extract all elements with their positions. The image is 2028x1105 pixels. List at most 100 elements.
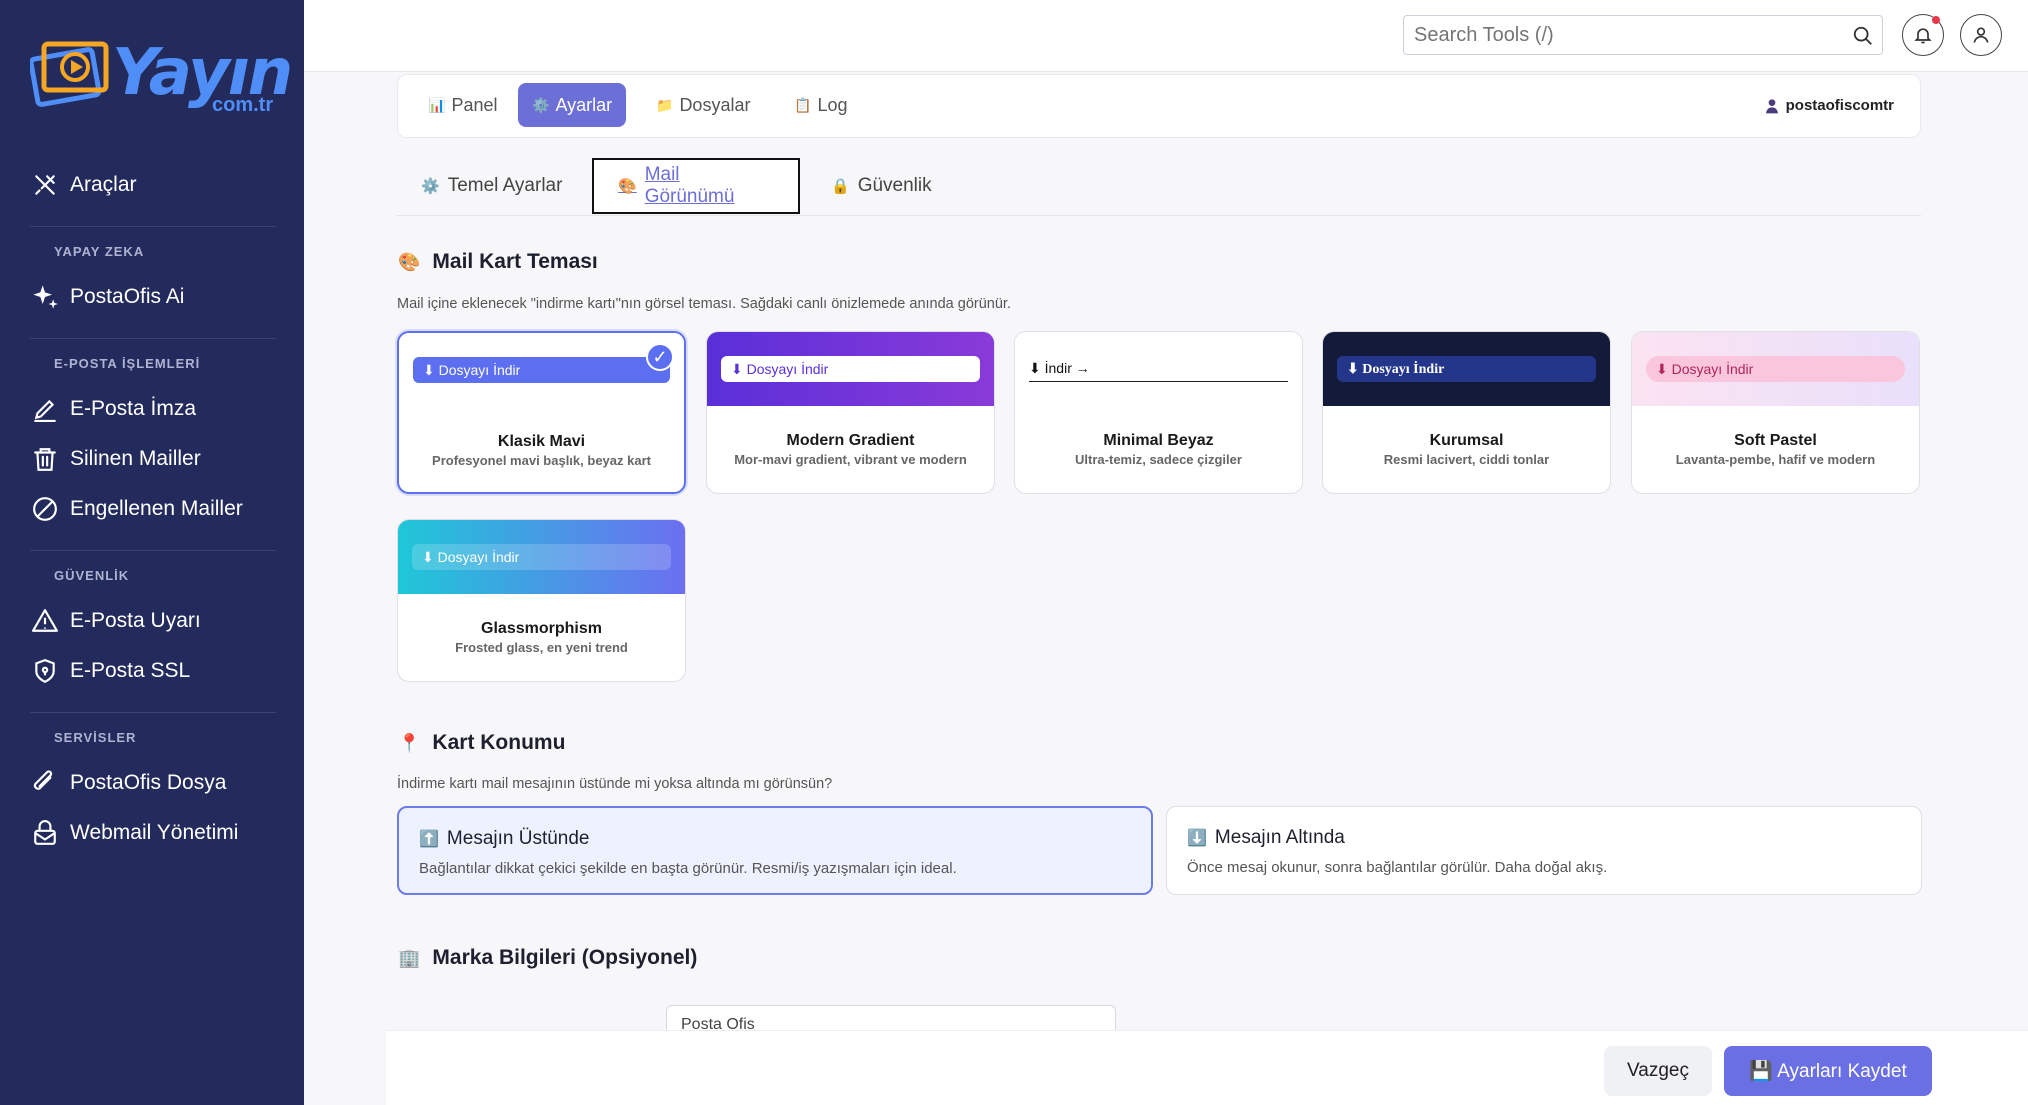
sidebar-item-postaofis-ai[interactable]: PostaOfis Ai (0, 272, 304, 322)
sidebar-item-postaofis-dosya[interactable]: PostaOfis Dosya (0, 758, 304, 808)
preview-download-button: ⬇ Dosyayı İndir (413, 357, 670, 383)
theme-preview: ⬇ Dosyayı İndir (1323, 332, 1610, 406)
notification-dot (1932, 16, 1940, 24)
sidebar-item-araclar[interactable]: Araçlar (0, 160, 304, 210)
tab-dosyalar[interactable]: 📁 Dosyalar (642, 83, 764, 127)
gear-icon: ⚙️ (421, 178, 440, 195)
username-tag: postaofiscomtr (1764, 97, 1894, 114)
theme-description: Profesyonel mavi başlık, beyaz kart (432, 453, 651, 468)
preview-download-button: ⬇ Dosyayı İndir (1646, 356, 1905, 382)
bell-icon (1914, 28, 1932, 44)
section-title-text: Kart Konumu (432, 731, 566, 754)
tab-temel-ayarlar[interactable]: ⚙️ Temel Ayarlar (397, 158, 586, 214)
sparkle-icon (30, 282, 60, 312)
chart-icon: 📊 (428, 96, 446, 113)
tab-log[interactable]: 📋 Log (780, 83, 861, 127)
search-box (1403, 15, 1883, 55)
folder-icon: 📁 (656, 96, 674, 113)
theme-description: Frosted glass, en yeni trend (455, 640, 628, 655)
sidebar-section-title: SERVİSLER (0, 696, 304, 758)
theme-preview: ⬇ Dosyayı İndir (399, 333, 684, 407)
option-description: Önce mesaj okunur, sonra bağlantılar gör… (1187, 859, 1608, 876)
sidebar-item-eposta-ssl[interactable]: E-Posta SSL (0, 646, 304, 696)
preview-download-button: ⬇ Dosyayı İndir (412, 544, 671, 570)
gear-icon: ⚙️ (532, 96, 550, 113)
arrow-down-icon: ⬇️ (1187, 830, 1207, 847)
sidebar-item-label: Webmail Yönetimi (70, 821, 239, 844)
sidebar-item-engellenen-mailler[interactable]: Engellenen Mailler (0, 484, 304, 534)
pin-icon: 📍 (398, 732, 421, 753)
sidebar-item-label: E-Posta Uyarı (70, 609, 201, 632)
tab-mail-gorunumu[interactable]: 🎨 Mail Görünümü (592, 158, 800, 214)
tab-guvenlik[interactable]: 🔒 Güvenlik (807, 158, 956, 214)
search-icon[interactable] (1852, 25, 1874, 52)
sidebar-section-title: GÜVENLİK (0, 534, 304, 596)
theme-name: Kurumsal (1429, 432, 1504, 449)
option-title: ⬆️ Mesajın Üstünde (419, 828, 590, 850)
tools-icon (30, 170, 60, 200)
block-icon (30, 494, 60, 524)
option-title-text: Mesajın Altında (1214, 827, 1345, 848)
sidebar-item-label: Engellenen Mailler (70, 497, 243, 520)
sidebar-item-eposta-uyari[interactable]: E-Posta Uyarı (0, 596, 304, 646)
sidebar-item-silinen-mailler[interactable]: Silinen Mailler (0, 434, 304, 484)
sidebar-item-eposta-imza[interactable]: E-Posta İmza (0, 384, 304, 434)
section-description: Mail içine eklenecek "indirme kartı"nın … (397, 296, 1011, 312)
logo-sub: com.tr (212, 94, 274, 116)
option-description: Bağlantılar dikkat çekici şekilde en baş… (419, 860, 957, 877)
theme-card-modern-gradient[interactable]: ⬇ Dosyayı İndir Modern Gradient Mor-mavi… (706, 331, 995, 494)
theme-description: Mor-mavi gradient, vibrant ve modern (734, 452, 967, 467)
theme-preview: ⬇ Dosyayı İndir (398, 520, 685, 594)
theme-name: Minimal Beyaz (1103, 432, 1214, 449)
sidebar-item-webmail-yonetimi[interactable]: Webmail Yönetimi (0, 808, 304, 858)
profile-button[interactable] (1960, 14, 2002, 56)
section-description: İndirme kartı mail mesajının üstünde mi … (397, 776, 833, 792)
notification-button[interactable] (1902, 14, 1944, 56)
topbar (304, 0, 2028, 72)
mail-lock-icon (30, 818, 60, 848)
tab-panel[interactable]: 📊 Panel (414, 83, 511, 127)
sidebar-section-title: E-POSTA İŞLEMLERİ (0, 322, 304, 384)
clipboard-icon: 📋 (794, 96, 812, 113)
position-option-top[interactable]: ⬆️ Mesajın Üstünde Bağlantılar dikkat çe… (397, 806, 1153, 895)
sidebar-item-label: PostaOfis Dosya (70, 771, 227, 794)
save-settings-button[interactable]: 💾 Ayarları Kaydet (1724, 1046, 1932, 1096)
theme-card-glassmorphism[interactable]: ⬇ Dosyayı İndir Glassmorphism Frosted gl… (397, 519, 686, 682)
logo[interactable]: Yayın com.tr (30, 34, 293, 124)
theme-name: Klasik Mavi (497, 433, 586, 450)
tab-ayarlar[interactable]: ⚙️ Ayarlar (518, 83, 627, 127)
paperclip-icon (30, 768, 60, 798)
search-input[interactable] (1404, 16, 1834, 54)
sidebar-item-label: Araçlar (70, 173, 137, 196)
section-title-position: 📍 Kart Konumu (398, 731, 565, 755)
theme-card-minimal-beyaz[interactable]: ⬇ İndir → Minimal Beyaz Ultra-temiz, sad… (1014, 331, 1303, 494)
cancel-button[interactable]: Vazgeç (1604, 1046, 1712, 1096)
theme-card-kurumsal[interactable]: ⬇ Dosyayı İndir Kurumsal Resmi lacivert,… (1322, 331, 1611, 494)
section-title-text: Mail Kart Teması (432, 250, 598, 273)
sidebar: Yayın com.tr Araçlar YAPAY ZEKA PostaOfi… (0, 0, 304, 1105)
warning-icon (30, 606, 60, 636)
sidebar-item-label: Silinen Mailler (70, 447, 201, 470)
palette-icon: 🎨 (618, 178, 637, 195)
tab-label: Dosyalar (679, 94, 751, 115)
section-title-theme: 🎨 Mail Kart Teması (398, 250, 598, 274)
building-icon: 🏢 (398, 947, 421, 968)
sidebar-nav: Araçlar YAPAY ZEKA PostaOfis Ai E-POSTA … (0, 160, 304, 858)
preview-download-button: ⬇ Dosyayı İndir (1337, 356, 1596, 382)
section-title-brand: 🏢 Marka Bilgileri (Opsiyonel) (398, 946, 697, 970)
sidebar-item-label: E-Posta İmza (70, 397, 197, 420)
theme-preview: ⬇ Dosyayı İndir (1632, 332, 1919, 406)
tab-label: Temel Ayarlar (447, 175, 563, 196)
option-title-text: Mesajın Üstünde (446, 828, 590, 849)
theme-preview: ⬇ Dosyayı İndir (707, 332, 994, 406)
theme-preview: ⬇ İndir → (1015, 332, 1302, 406)
tab-label: Ayarlar (555, 94, 613, 115)
theme-card-soft-pastel[interactable]: ⬇ Dosyayı İndir Soft Pastel Lavanta-pemb… (1631, 331, 1920, 494)
theme-description: Ultra-temiz, sadece çizgiler (1075, 452, 1242, 467)
position-option-bottom[interactable]: ⬇️ Mesajın Altında Önce mesaj okunur, so… (1166, 806, 1922, 895)
sidebar-item-label: E-Posta SSL (70, 659, 191, 682)
theme-description: Lavanta-pembe, hafif ve modern (1675, 452, 1876, 467)
theme-card-klasik-mavi[interactable]: ⬇ Dosyayı İndir ✓ Klasik Mavi Profesyone… (397, 331, 686, 494)
username: postaofiscomtr (1785, 97, 1894, 114)
tab-label: Güvenlik (857, 175, 932, 196)
